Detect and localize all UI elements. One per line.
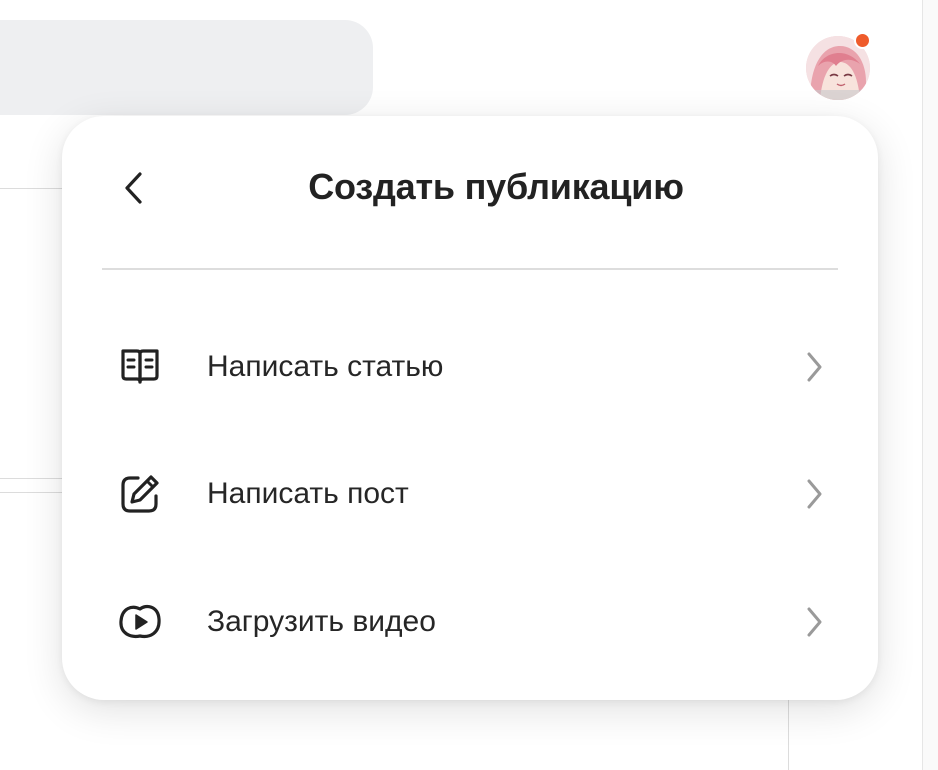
scrollbar-track[interactable] [922, 0, 938, 770]
create-publication-menu: Создать публикацию Написать статью Напис… [62, 116, 878, 700]
book-open-icon [118, 345, 162, 389]
search-bar[interactable] [0, 20, 373, 115]
menu-item-label: Загрузить видео [207, 605, 436, 638]
background-divider [0, 492, 62, 493]
menu-item-write-article[interactable]: Написать статью [102, 317, 838, 417]
divider [102, 268, 838, 270]
background-divider [788, 700, 789, 770]
menu-item-label: Написать пост [207, 477, 409, 510]
background-divider [0, 188, 62, 189]
menu-header: Создать публикацию [62, 116, 878, 268]
menu-item-upload-video[interactable]: Загрузить видео [102, 572, 838, 672]
background-divider [0, 478, 62, 479]
video-play-icon [118, 600, 162, 644]
chevron-right-icon [802, 351, 826, 383]
edit-pencil-icon [118, 472, 162, 516]
chevron-right-icon [802, 606, 826, 638]
page: Создать публикацию Написать статью Напис… [0, 0, 938, 770]
chevron-right-icon [802, 478, 826, 510]
menu-title: Создать публикацию [308, 166, 684, 207]
menu-item-label: Написать статью [207, 350, 444, 383]
notification-badge [854, 32, 871, 49]
menu-item-write-post[interactable]: Написать пост [102, 444, 838, 544]
